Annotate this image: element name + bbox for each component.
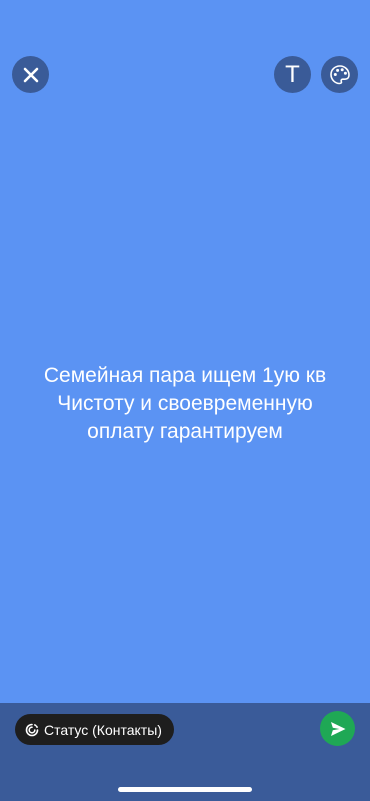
send-button[interactable] — [320, 711, 355, 746]
status-text-line: оплату гарантируем — [87, 420, 283, 443]
background-color-button[interactable] — [321, 56, 358, 93]
status-audience-label: Статус (Контакты) — [44, 721, 162, 738]
status-text-line: Чистоту и своевременную — [57, 392, 313, 415]
palette-icon — [329, 64, 350, 84]
close-icon — [23, 67, 38, 82]
status-audience-button[interactable]: Статус (Контакты) — [15, 714, 174, 745]
text-tool-icon: T — [285, 60, 300, 88]
close-button[interactable] — [12, 56, 49, 93]
status-ring-icon — [25, 723, 39, 736]
home-indicator — [118, 787, 252, 792]
status-text[interactable]: Семейная пара ищем 1ую кв Чистоту и свое… — [0, 362, 370, 446]
status-editor-screen: T Семейная пара ищем 1ую кв Чистоту и св… — [0, 0, 370, 801]
status-text-line: Семейная пара ищем 1ую кв — [43, 364, 327, 387]
text-tool-button[interactable]: T — [274, 56, 311, 93]
send-icon — [330, 721, 345, 736]
